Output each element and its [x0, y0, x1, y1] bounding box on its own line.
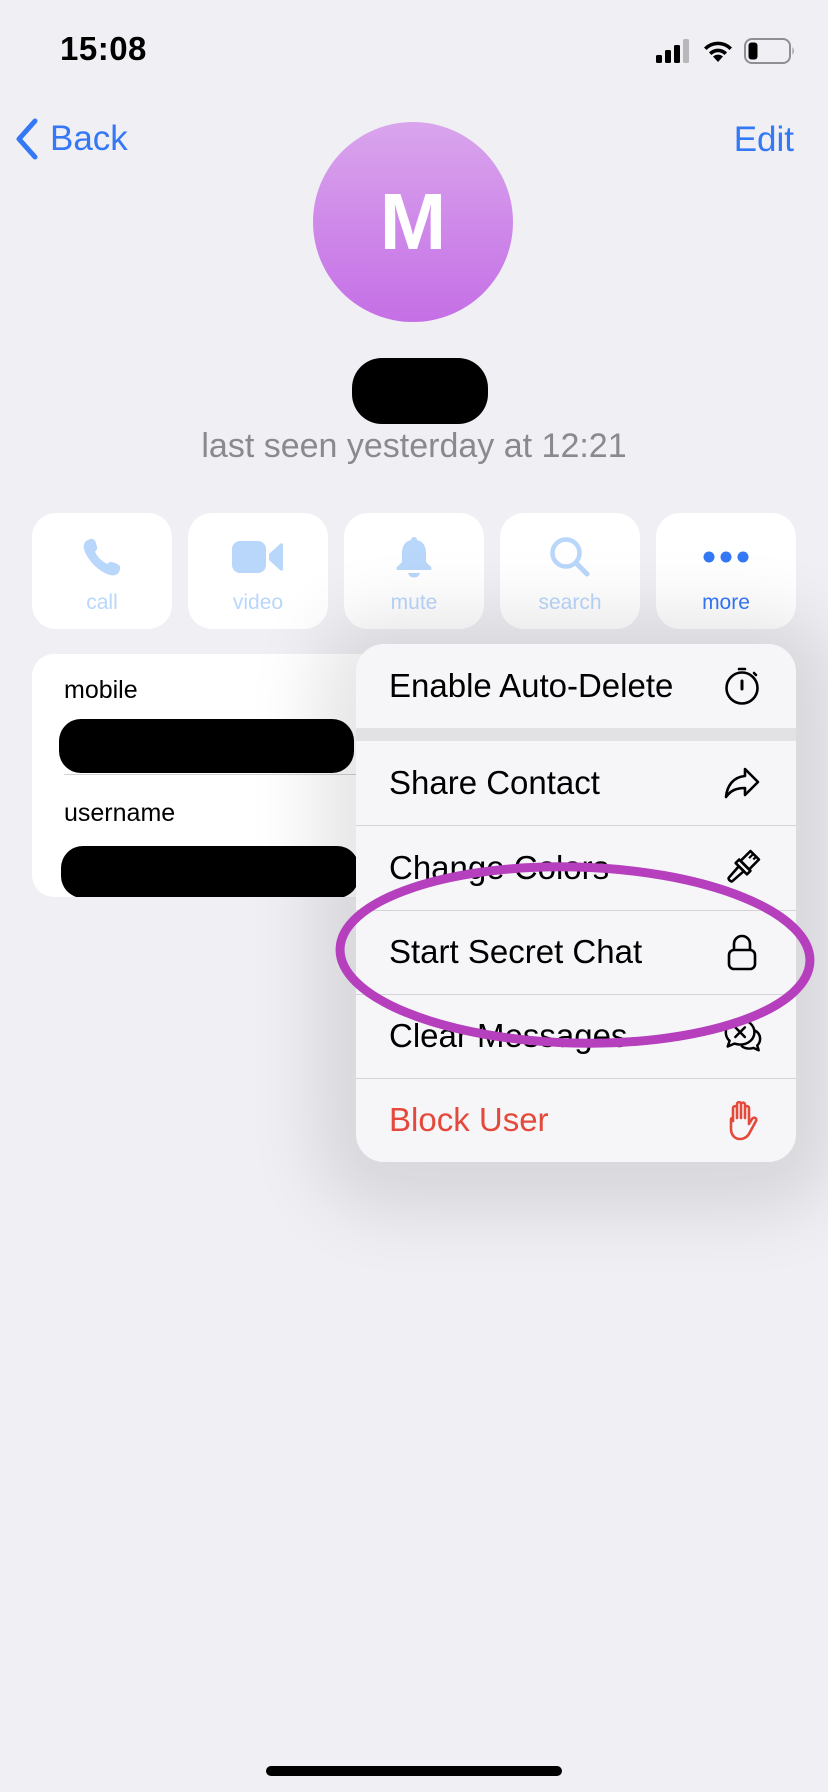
- menu-item-share-contact[interactable]: Share Contact: [356, 741, 796, 825]
- hand-stop-icon: [729, 1100, 758, 1141]
- menu-item-block-user[interactable]: Block User: [356, 1078, 796, 1162]
- video-label: video: [232, 591, 284, 614]
- mobile-label: mobile: [64, 676, 138, 704]
- call-button[interactable]: call: [32, 513, 172, 629]
- magnifier-icon: [550, 537, 590, 577]
- more-button[interactable]: more: [656, 513, 796, 629]
- action-buttons: call video mute search more: [32, 513, 796, 629]
- call-label: call: [86, 591, 118, 614]
- search-label: search: [538, 591, 602, 614]
- back-button[interactable]: Back: [14, 118, 128, 160]
- mute-button[interactable]: mute: [344, 513, 484, 629]
- menu-item-label: Clear Messages: [389, 1017, 628, 1054]
- share-arrow-icon: [724, 767, 760, 799]
- battery-icon: [744, 38, 794, 64]
- video-camera-icon: [232, 541, 283, 573]
- menu-item-clear-messages[interactable]: Clear Messages: [356, 994, 796, 1078]
- back-label: Back: [50, 119, 128, 158]
- edit-button[interactable]: Edit: [734, 120, 794, 160]
- avatar[interactable]: M: [313, 122, 513, 322]
- home-indicator[interactable]: [266, 1766, 562, 1776]
- menu-item-enable-auto-delete[interactable]: Enable Auto-Delete: [356, 644, 796, 728]
- menu-item-label: Start Secret Chat: [389, 933, 643, 970]
- contact-name-redacted: [352, 358, 488, 424]
- menu-item-label: Share Contact: [389, 764, 600, 801]
- status-time: 15:08: [60, 30, 147, 67]
- cellular-signal-icon: [656, 39, 689, 63]
- clear-chat-icon: [724, 1018, 762, 1052]
- bell-icon: [396, 537, 432, 578]
- timer-icon: [725, 667, 759, 705]
- mute-label: mute: [390, 591, 438, 614]
- username-value-redacted[interactable]: [61, 846, 359, 897]
- search-button[interactable]: search: [500, 513, 640, 629]
- more-label: more: [702, 591, 750, 614]
- last-seen-status: last seen yesterday at 12:21: [201, 427, 627, 465]
- menu-item-change-colors[interactable]: Change Colors: [356, 826, 796, 910]
- menu-section-gap: [356, 728, 796, 741]
- lock-icon: [727, 934, 757, 971]
- chevron-left-icon: [16, 118, 38, 160]
- status-icons: [656, 36, 796, 66]
- avatar-initial: M: [379, 177, 447, 266]
- mobile-value-redacted[interactable]: [59, 719, 354, 773]
- menu-item-label: Enable Auto-Delete: [389, 667, 674, 704]
- brush-icon: [727, 849, 761, 883]
- ellipsis-icon: [703, 551, 749, 563]
- phone-icon: [83, 538, 121, 576]
- username-label: username: [64, 799, 176, 827]
- more-context-menu: Enable Auto-Delete Share Contact Change …: [356, 644, 796, 1162]
- video-button[interactable]: video: [188, 513, 328, 629]
- menu-item-label: Block User: [389, 1101, 549, 1138]
- wifi-icon: [704, 41, 732, 62]
- menu-item-label: Change Colors: [389, 849, 610, 886]
- menu-item-start-secret-chat[interactable]: Start Secret Chat: [356, 910, 796, 994]
